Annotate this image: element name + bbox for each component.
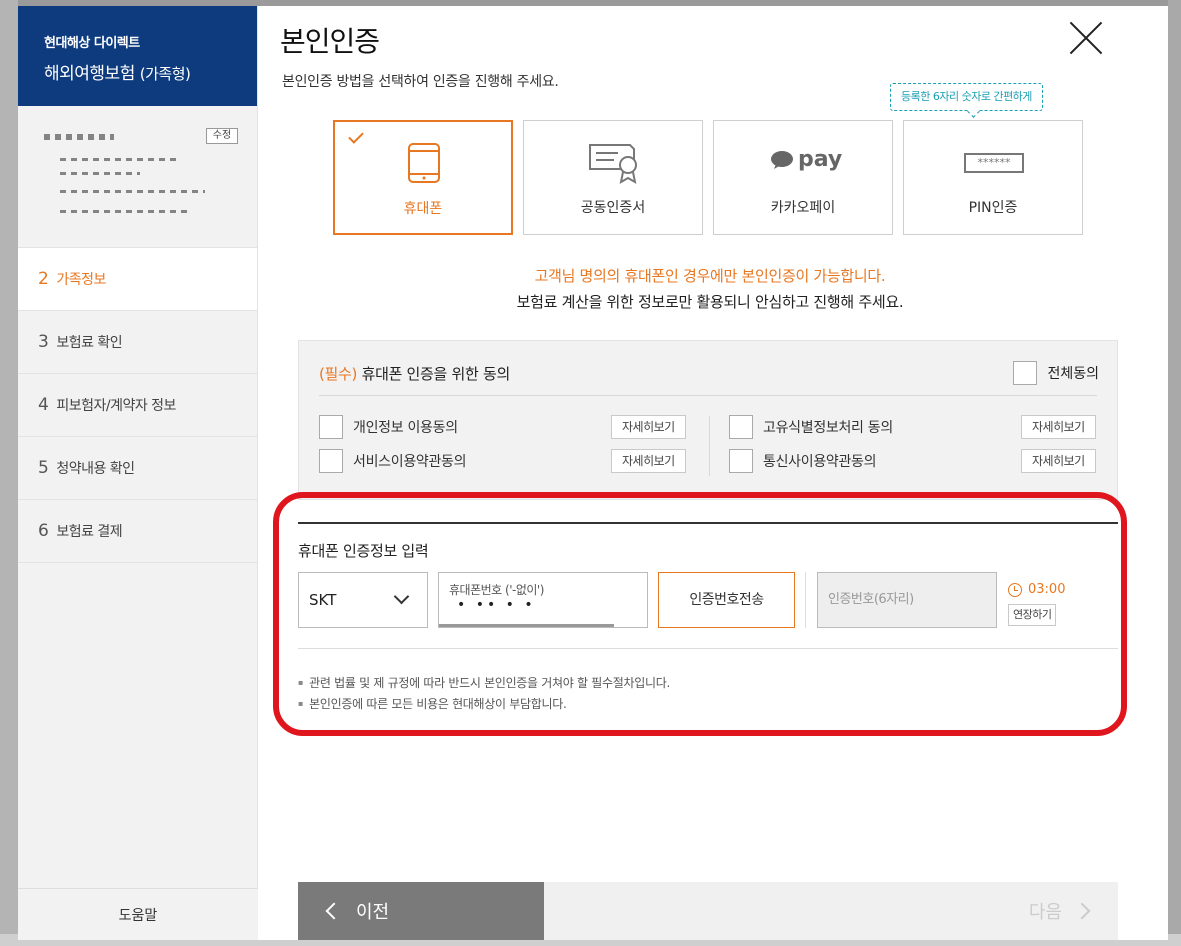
- pin-icon: ******: [964, 153, 1024, 173]
- checkbox[interactable]: [319, 449, 343, 473]
- agree-label: 고유식별정보처리 동의: [763, 420, 893, 436]
- agree-all-checkbox[interactable]: [1013, 361, 1038, 385]
- agree-service-terms[interactable]: 서비스이용약관동의: [319, 449, 467, 473]
- method-kakaopay[interactable]: pay 카카오페이: [713, 120, 893, 235]
- agree-all[interactable]: 전체동의: [1013, 361, 1099, 385]
- step-label: 가족정보: [56, 272, 106, 288]
- method-pin[interactable]: ****** PIN인증: [903, 120, 1083, 235]
- agree-label: 개인정보 이용동의: [353, 420, 458, 436]
- detail-button[interactable]: 자세히보기: [1021, 415, 1096, 439]
- redacted-line: [60, 190, 205, 193]
- next-label: 다음: [1028, 902, 1062, 923]
- step-insured-info[interactable]: 4 피보험자/계약자 정보: [18, 374, 257, 437]
- product-name: 해외여행보험: [44, 64, 135, 84]
- next-button[interactable]: 다음: [544, 882, 1118, 940]
- redacted-line: [60, 210, 188, 213]
- step-number: 5: [38, 458, 49, 478]
- agree-label: 서비스이용약관동의: [353, 454, 467, 470]
- chevron-right-icon: [1073, 902, 1091, 920]
- checkbox[interactable]: [729, 415, 753, 439]
- step-premium-check[interactable]: 3 보험료 확인: [18, 311, 257, 374]
- product-kind: (가족형): [139, 65, 191, 83]
- step-payment[interactable]: 6 보험료 결제: [18, 500, 257, 563]
- close-icon[interactable]: [1070, 22, 1102, 54]
- detail-button[interactable]: 자세히보기: [1021, 449, 1096, 473]
- agreement-title: (필수) 휴대폰 인증을 위한 동의: [319, 363, 510, 384]
- agree-all-label: 전체동의: [1047, 366, 1099, 382]
- column-divider: [709, 416, 710, 476]
- highlight-annotation: [273, 492, 1127, 736]
- check-icon: [348, 128, 364, 144]
- agree-label: 통신사이용약관동의: [763, 454, 877, 470]
- chevron-left-icon: [325, 902, 343, 920]
- pin-tooltip: 등록한 6자리 숫자로 간편하게: [890, 83, 1043, 111]
- sidebar: 현대해상 다이렉트 해외여행보험 (가족형) 수정 2 가족정보 3 보험료 확인 …: [18, 6, 258, 940]
- method-mobile[interactable]: 휴대폰: [333, 120, 513, 235]
- agreement-box: (필수) 휴대폰 인증을 위한 동의 전체동의 개인정보 이용동의 자세히보기 …: [298, 340, 1118, 500]
- step-list: 2 가족정보 3 보험료 확인 4 피보험자/계약자 정보 5 청약내용 확인 6 보험료…: [18, 248, 257, 563]
- detail-button[interactable]: 자세히보기: [611, 449, 686, 473]
- step-number: 4: [38, 395, 49, 415]
- speech-bubble-icon: [771, 150, 793, 169]
- step-number: 2: [38, 269, 49, 289]
- redacted-line: [60, 158, 180, 161]
- method-label: 카카오페이: [770, 200, 836, 216]
- brand-header: 현대해상 다이렉트 해외여행보험 (가족형): [18, 6, 257, 106]
- edit-button[interactable]: 수정: [206, 128, 238, 144]
- page-title: 본인인증: [280, 25, 380, 58]
- step-label: 보험료 결제: [56, 524, 123, 540]
- backdrop-left: [0, 0, 18, 946]
- kakaopay-logo-text: pay: [798, 147, 843, 172]
- redacted-line: [60, 172, 140, 175]
- help-button[interactable]: 도움말: [18, 888, 258, 940]
- method-label: 휴대폰: [403, 201, 443, 217]
- detail-button[interactable]: 자세히보기: [611, 415, 686, 439]
- mobile-phone-icon: [408, 143, 440, 183]
- backdrop-right: [1168, 0, 1181, 946]
- method-certificate[interactable]: 공동인증서: [523, 120, 703, 235]
- method-label: PIN인증: [968, 200, 1018, 216]
- agreement-title-text: 휴대폰 인증을 위한 동의: [361, 365, 511, 383]
- required-tag: (필수): [319, 365, 358, 383]
- insured-summary: 수정: [18, 106, 257, 248]
- agree-unique-id[interactable]: 고유식별정보처리 동의: [729, 415, 893, 439]
- step-review[interactable]: 5 청약내용 확인: [18, 437, 257, 500]
- notice-owner-only: 고객님 명의의 휴대폰인 경우에만 본인인증이 가능합니다.: [534, 267, 886, 285]
- product-title: 해외여행보험 (가족형): [44, 59, 257, 84]
- kakaopay-icon: pay: [770, 147, 842, 172]
- checkbox[interactable]: [319, 415, 343, 439]
- divider: [319, 395, 1097, 396]
- prev-button[interactable]: 이전: [298, 882, 544, 940]
- redacted-name: [44, 134, 114, 140]
- prev-label: 이전: [356, 902, 390, 923]
- step-number: 3: [38, 332, 49, 352]
- notice-privacy: 보험료 계산을 위한 정보로만 활용되니 안심하고 진행해 주세요.: [516, 293, 904, 311]
- step-number: 6: [38, 521, 49, 541]
- agree-personal-info[interactable]: 개인정보 이용동의: [319, 415, 458, 439]
- page-description: 본인인증 방법을 선택하여 인증을 진행해 주세요.: [282, 74, 559, 90]
- checkbox[interactable]: [729, 449, 753, 473]
- step-label: 피보험자/계약자 정보: [56, 398, 176, 414]
- method-label: 공동인증서: [580, 200, 646, 216]
- step-label: 청약내용 확인: [56, 461, 135, 477]
- agree-carrier-terms[interactable]: 통신사이용약관동의: [729, 449, 877, 473]
- brand-subtitle: 현대해상 다이렉트: [44, 36, 140, 51]
- step-family-info[interactable]: 2 가족정보: [18, 248, 257, 311]
- certificate-icon: [589, 144, 637, 184]
- step-label: 보험료 확인: [56, 335, 123, 351]
